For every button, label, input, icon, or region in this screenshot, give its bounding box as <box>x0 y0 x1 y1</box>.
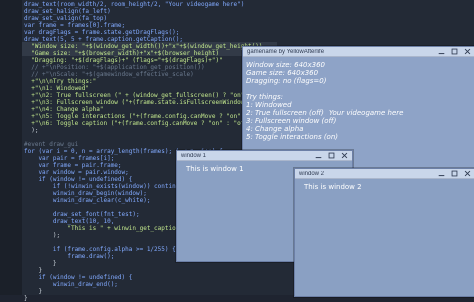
maximize-icon[interactable] <box>328 152 335 159</box>
code-line: +"\n6: Toggle caption ("+(frame.config.c… <box>24 120 256 127</box>
code-line: } <box>24 267 43 274</box>
code-line: "Game size: "+$(browser_width)+"x"+$(bro… <box>24 50 220 57</box>
code-line: +"\n\nTry things:" <box>24 78 97 85</box>
code-line: } <box>24 288 43 295</box>
code-line: "Window size: "+$(window_get_width())+"x… <box>24 43 263 50</box>
window-2[interactable]: window 2 This is window 2 <box>294 168 474 297</box>
game-window-info-line: Try things: <box>246 93 283 101</box>
code-line: draw_set_halign(fa_left) <box>24 8 111 15</box>
code-line: winwin_draw_end(); <box>24 281 118 288</box>
editor-gutter <box>0 0 22 295</box>
game-window-info-line: Game size: 640x360 <box>246 69 319 77</box>
window-1-titlebar[interactable]: window 1 <box>177 151 352 161</box>
code-line: var window = pair.window; <box>24 169 129 176</box>
game-window-info-line: Dragging: no (flags=0) <box>246 77 327 85</box>
code-line: } <box>24 260 57 267</box>
minimize-icon[interactable] <box>438 48 445 55</box>
code-line: draw_set_font(fnt_test); <box>24 211 140 218</box>
code-line: "Dragging: "+$(dragFlags)+" (flags="+$(d… <box>24 57 223 64</box>
code-line: ); <box>24 232 61 239</box>
code-line: var frame = frames[0].frame; <box>24 22 126 29</box>
game-window-info-line: 3: Fullscreen window (off) <box>246 117 337 125</box>
minimize-icon[interactable] <box>315 152 322 159</box>
code-line: winwin_draw_begin(window); <box>24 190 147 197</box>
game-window-info-line: 5: Toggle interactions (on) <box>246 133 339 141</box>
game-window-info-line: 2: True fullscreen (off) <box>246 109 324 117</box>
code-line: draw_set_valign(fa_top) <box>24 15 108 22</box>
game-window-info-line: 4: Change alpha <box>246 125 304 133</box>
code-line: } <box>24 295 28 302</box>
code-line: var dragFlags = frame.state.getDragFlags… <box>24 29 180 36</box>
code-line: +"\n5: Toggle interactions ("+(frame.con… <box>24 113 274 120</box>
code-line: // +"\nPosition: "+$(application_get_pos… <box>24 64 205 71</box>
window-2-text: This is window 2 <box>304 183 362 191</box>
code-line: // +"\nScale: "+$(gamewindow_effective_s… <box>24 71 194 78</box>
code-line: var pair = frames[i]; <box>24 155 115 162</box>
code-line: var frame = pair.frame; <box>24 162 122 169</box>
code-line: draw_text(5, 5 + frame.caption.getCaptio… <box>24 36 183 43</box>
minimize-icon[interactable] <box>438 170 445 177</box>
close-icon[interactable] <box>464 170 471 177</box>
close-icon[interactable] <box>341 152 348 159</box>
code-line: #event draw_gui <box>24 141 79 148</box>
code-line: +"\n1: Windowed" <box>24 85 90 92</box>
code-line: winwin_draw_clear(c_white); <box>24 197 151 204</box>
window-2-titlebar[interactable]: window 2 <box>295 169 474 179</box>
code-line: if (!winwin_exists(window)) continue; <box>24 183 187 190</box>
game-window-center-text: Your videogame here <box>329 109 404 117</box>
game-window-info-line: 1: Windowed <box>246 101 292 109</box>
code-line: +"\n2: True fullscreen (" + (window_get_… <box>24 92 277 99</box>
maximize-icon[interactable] <box>451 170 458 177</box>
code-line: if (window != undefined) { <box>24 274 133 281</box>
close-icon[interactable] <box>464 48 471 55</box>
code-line: ); <box>24 127 39 134</box>
window-1-text: This is window 1 <box>186 165 244 173</box>
maximize-icon[interactable] <box>451 48 458 55</box>
code-line: if (window != undefined) { <box>24 176 133 183</box>
code-line: +"\n4: Change alpha" <box>24 106 104 113</box>
game-window-title: gamename by YellowAfterlife <box>247 48 325 55</box>
window-2-title: window 2 <box>299 170 325 177</box>
game-window-titlebar[interactable]: gamename by YellowAfterlife <box>243 47 474 57</box>
code-line: draw_text(10, 10, <box>24 218 115 225</box>
window-1-title: window 1 <box>181 152 207 159</box>
game-window-info: Window size: 640x360 Game size: 640x360 Dr… <box>246 61 338 141</box>
game-window-info-line: Window size: 640x360 <box>246 61 325 69</box>
code-line: if (frame.config.alpha >= 1/255) { <box>24 246 176 253</box>
code-line: draw_text(room_width/2, room_height/2, "… <box>24 1 245 8</box>
game-window-info-line <box>246 85 338 93</box>
code-line: frame.draw(); <box>24 253 115 260</box>
